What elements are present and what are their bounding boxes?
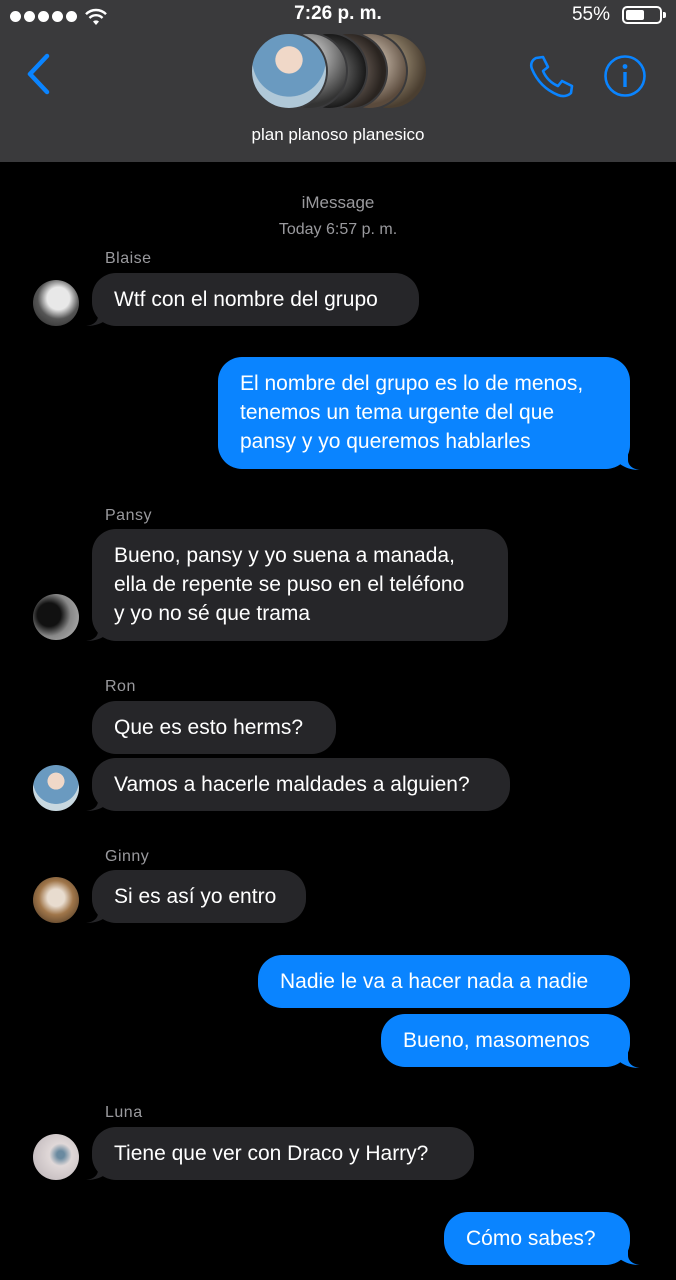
- avatar[interactable]: [33, 594, 79, 640]
- message-bubble[interactable]: Si es así yo entro: [92, 870, 306, 923]
- avatar[interactable]: [33, 1134, 79, 1180]
- phone-call-icon[interactable]: [528, 54, 574, 98]
- message-bubble[interactable]: Bueno, pansy y yo suena a manada, ella d…: [92, 529, 508, 641]
- info-icon[interactable]: [603, 54, 647, 98]
- message-bubble[interactable]: Nadie le va a hacer nada a nadie: [258, 955, 630, 1008]
- thread-timestamp: Today 6:57 p. m.: [278, 221, 398, 238]
- message-bubble[interactable]: El nombre del grupo es lo de menos, tene…: [218, 357, 630, 469]
- group-name[interactable]: plan planoso planesico: [0, 125, 676, 145]
- avatar[interactable]: [33, 765, 79, 811]
- battery-percentage: 55%: [571, 4, 610, 25]
- sender-name: Ron: [105, 678, 136, 695]
- message-bubble[interactable]: Que es esto herms?: [92, 701, 336, 754]
- service-label: iMessage: [301, 193, 375, 212]
- sender-name: Pansy: [105, 507, 152, 524]
- message-bubble[interactable]: Tiene que ver con Draco y Harry?: [92, 1127, 474, 1180]
- conversation-header: 7:26 p. m. 55% plan planoso planesico: [0, 0, 676, 162]
- avatar[interactable]: [33, 280, 79, 326]
- back-chevron-icon[interactable]: [22, 52, 56, 96]
- sender-name: Ginny: [105, 848, 150, 865]
- message-bubble[interactable]: Wtf con el nombre del grupo: [92, 273, 419, 326]
- battery-icon: [622, 6, 666, 24]
- avatar[interactable]: [33, 877, 79, 923]
- message-bubble[interactable]: Vamos a hacerle maldades a alguien?: [92, 758, 510, 811]
- sender-name: Blaise: [105, 250, 152, 267]
- message-bubble[interactable]: Bueno, masomenos: [381, 1014, 630, 1067]
- message-bubble[interactable]: Cómo sabes?: [444, 1212, 630, 1265]
- sender-name: Luna: [105, 1104, 143, 1121]
- group-avatar-stack[interactable]: [250, 32, 428, 110]
